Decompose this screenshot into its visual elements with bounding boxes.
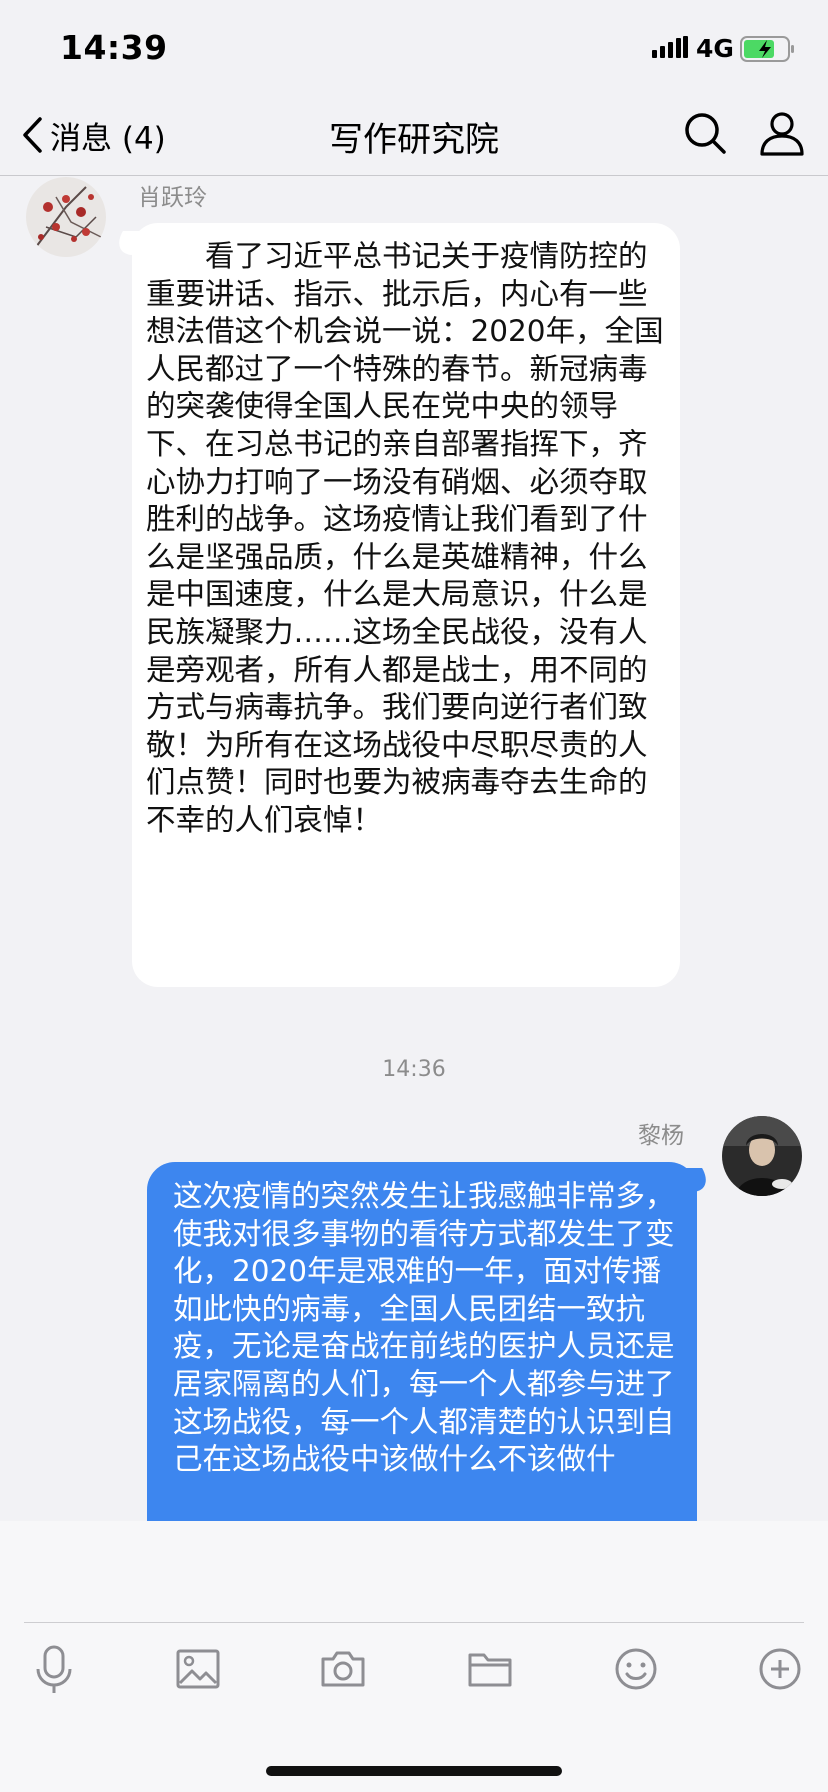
input-toolbar [0, 1639, 828, 1749]
cellular-signal-icon [652, 36, 688, 58]
camera-icon[interactable] [313, 1639, 373, 1699]
avatar[interactable] [26, 177, 106, 257]
input-area [0, 1521, 828, 1792]
sender-name: 黎杨 [638, 1123, 684, 1149]
emoji-icon[interactable] [606, 1639, 666, 1699]
folder-icon[interactable] [460, 1639, 520, 1699]
plus-icon[interactable] [750, 1639, 810, 1699]
image-icon[interactable] [168, 1639, 228, 1699]
search-icon[interactable] [680, 108, 732, 160]
chat-screen: 14:39 4G 消息 (4) 写作研究院 肖跃玲 看了习近平总书记关于疫情防控… [0, 0, 828, 1792]
microphone-icon[interactable] [24, 1639, 84, 1699]
sender-name: 肖跃玲 [138, 185, 207, 211]
message-input[interactable] [24, 1531, 804, 1623]
profile-icon[interactable] [756, 108, 808, 160]
message-text: 看了习近平总书记关于疫情防控的重要讲话、指示、批示后，内心有一些想法借这个机会说… [146, 239, 664, 837]
status-bar: 14:39 4G [0, 0, 828, 96]
navigation-bar: 消息 (4) 写作研究院 [0, 96, 828, 176]
incoming-message-bubble[interactable]: 看了习近平总书记关于疫情防控的重要讲话、指示、批示后，内心有一些想法借这个机会说… [132, 223, 680, 987]
message-list[interactable]: 肖跃玲 看了习近平总书记关于疫情防控的重要讲话、指示、批示后，内心有一些想法借这… [0, 177, 828, 1521]
home-indicator[interactable] [266, 1766, 562, 1776]
message-timestamp: 14:36 [382, 1057, 446, 1082]
outgoing-message-bubble[interactable]: 这次疫情的突然发生让我感触非常多，使我对很多事物的看待方式都发生了变化，2020… [147, 1162, 697, 1521]
message-text: 这次疫情的突然发生让我感触非常多，使我对很多事物的看待方式都发生了变化，2020… [173, 1179, 675, 1477]
avatar[interactable] [722, 1116, 802, 1196]
status-time: 14:39 [60, 28, 168, 67]
battery-charging-icon [740, 36, 794, 62]
network-type: 4G [696, 34, 734, 63]
